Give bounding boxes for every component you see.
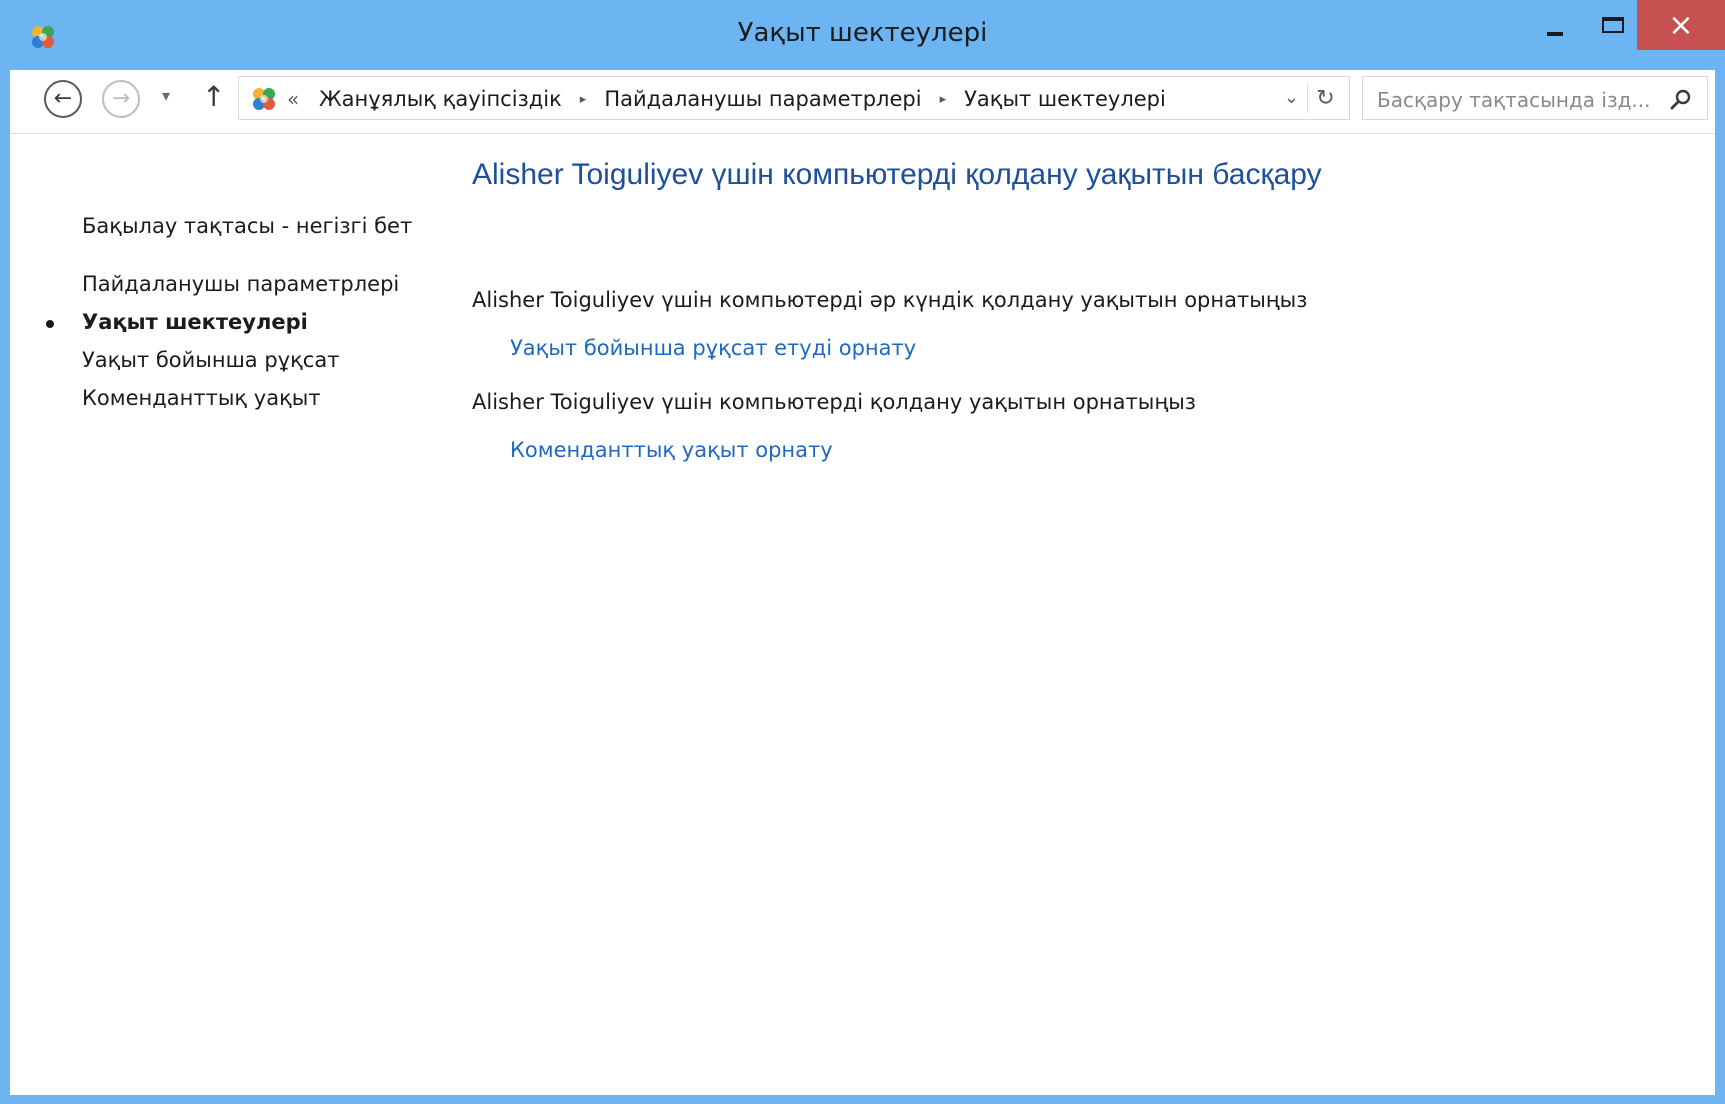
control-panel-window: Уақыт шектеулері × ← → ▾ ↑ « Жанұялық қа… [0, 0, 1725, 1104]
chevron-down-icon: ⌄ [1283, 87, 1299, 108]
breadcrumb-item-time-limits[interactable]: Уақыт шектеулері [964, 87, 1166, 111]
family-safety-icon [253, 88, 275, 110]
page-title: Alisher Toiguliyev үшін компьютерді қолд… [472, 158, 1322, 191]
refresh-icon: ↻ [1316, 85, 1335, 111]
current-page-bullet-icon [46, 320, 54, 328]
navigation-bar: ← → ▾ ↑ « Жанұялық қауіпсіздік ▸ Пайдала… [10, 70, 1715, 134]
set-time-allowance-link[interactable]: Уақыт бойынша рұқсат етуді орнату [510, 336, 916, 360]
curfew-description: Alisher Toiguliyev үшін компьютерді қолд… [472, 390, 1196, 414]
back-arrow-icon: ← [53, 86, 73, 111]
refresh-button[interactable]: ↻ [1307, 83, 1343, 113]
sidebar-item-time-allowance[interactable]: Уақыт бойынша рұқсат [82, 348, 339, 372]
search-input[interactable]: Басқару тақтасында ізд... [1377, 88, 1651, 112]
close-icon: × [1668, 7, 1694, 43]
chevron-down-icon: ▾ [162, 86, 171, 105]
control-panel-home-link[interactable]: Бақылау тақтасы - негізгі бет [82, 214, 412, 238]
sidebar-item-time-limits[interactable]: Уақыт шектеулері [82, 310, 308, 334]
breadcrumb: Жанұялық қауіпсіздік ▸ Пайдаланушы парам… [319, 87, 1166, 111]
search-box[interactable]: Басқару тақтасында ізд... [1362, 76, 1708, 120]
breadcrumb-separator-icon[interactable]: ▸ [940, 92, 947, 107]
breadcrumb-item-family-safety[interactable]: Жанұялық қауіпсіздік [319, 87, 562, 111]
minimize-icon [1547, 32, 1563, 36]
window-title: Уақыт шектеулері [737, 18, 988, 48]
forward-button[interactable]: → [102, 80, 140, 118]
recent-locations-button[interactable]: ▾ [162, 86, 170, 105]
up-arrow-icon: ↑ [202, 80, 226, 113]
close-button[interactable]: × [1637, 0, 1725, 50]
minimize-button[interactable] [1530, 0, 1580, 50]
breadcrumb-separator-icon[interactable]: ▸ [580, 92, 587, 107]
address-history-dropdown[interactable]: ⌄ [1284, 87, 1299, 108]
sidebar-item-curfew[interactable]: Коменданттық уақыт [82, 386, 321, 410]
forward-arrow-icon: → [111, 86, 131, 111]
time-allowance-description: Alisher Toiguliyev үшін компьютерді әр к… [472, 288, 1308, 312]
sidebar-item-user-settings[interactable]: Пайдаланушы параметрлері [82, 272, 399, 296]
maximize-button[interactable] [1588, 0, 1638, 50]
breadcrumb-item-user-settings[interactable]: Пайдаланушы параметрлері [604, 87, 921, 111]
title-bar[interactable]: Уақыт шектеулері × [0, 0, 1725, 70]
overflow-chevron-icon[interactable]: « [287, 87, 299, 111]
client-area: ← → ▾ ↑ « Жанұялық қауіпсіздік ▸ Пайдала… [10, 70, 1715, 1095]
search-icon[interactable] [1669, 87, 1693, 111]
back-button[interactable]: ← [44, 80, 82, 118]
left-navigation-pane: Бақылау тақтасы - негізгі бет Пайдалануш… [10, 134, 430, 1094]
address-bar[interactable]: « Жанұялық қауіпсіздік ▸ Пайдаланушы пар… [238, 76, 1350, 120]
maximize-icon [1602, 17, 1624, 33]
set-curfew-link[interactable]: Коменданттық уақыт орнату [510, 438, 833, 462]
up-button[interactable]: ↑ [202, 80, 225, 113]
